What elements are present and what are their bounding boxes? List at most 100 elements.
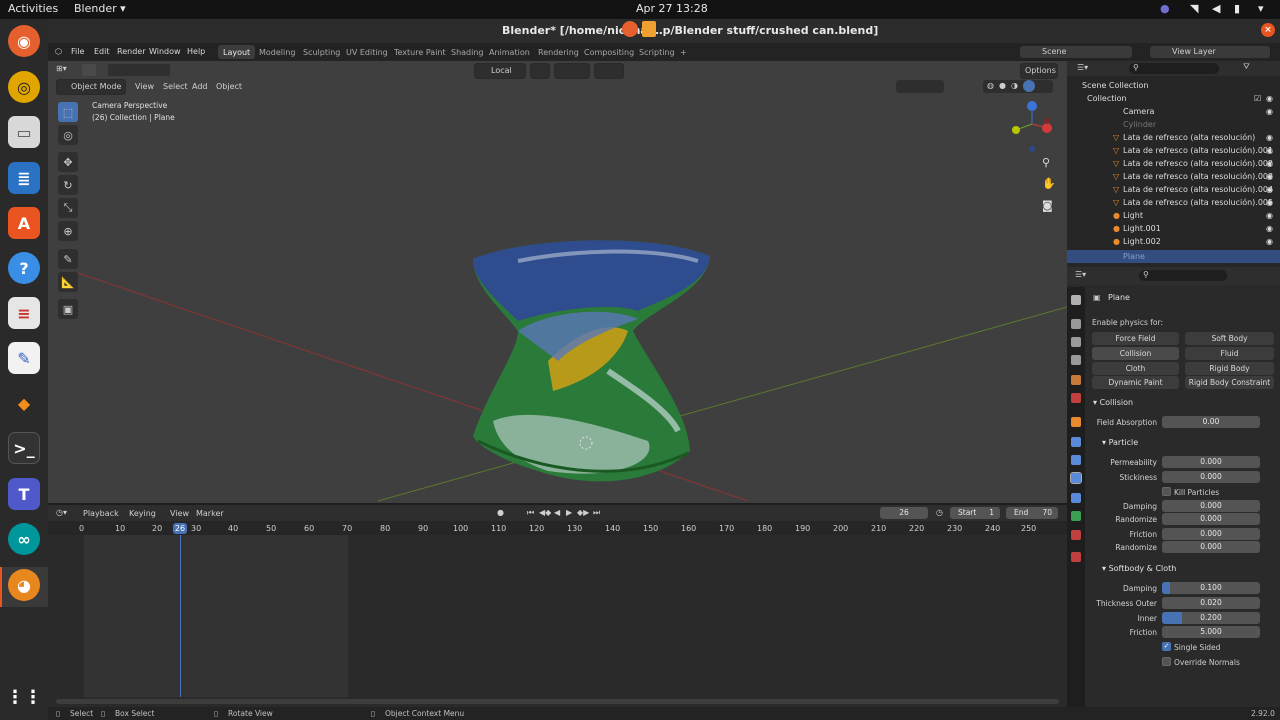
app-menu[interactable]: Blender ▾ (74, 2, 126, 15)
physics-tab-icon[interactable] (1070, 472, 1082, 484)
menu-render[interactable]: Render (117, 47, 145, 56)
tool-tab-icon[interactable] (1071, 295, 1081, 305)
softbody-cloth-subpanel-header[interactable]: ▾ Softbody & Cloth (1102, 564, 1176, 573)
firefox-icon[interactable]: ◉ (8, 25, 40, 57)
shading-mode-buttons[interactable]: ◍ ● ◑ (983, 80, 1053, 93)
scene-selector[interactable]: Scene (1020, 46, 1132, 58)
teams-icon[interactable]: T (8, 478, 40, 510)
arduino-icon[interactable]: ∞ (8, 523, 40, 555)
viewport-menu-select[interactable]: Select (163, 82, 188, 91)
outliner-item[interactable]: ▽ Lata de refresco (alta resolución) ◉ (1067, 131, 1280, 144)
zoom-icon[interactable]: ⚲ (1042, 156, 1050, 169)
pivot-dropdown[interactable] (530, 63, 550, 79)
data-tab-icon[interactable] (1071, 511, 1081, 521)
eye-icon[interactable]: ◉ (1266, 237, 1273, 246)
prev-keyframe-icon[interactable]: ◀◆ (539, 508, 551, 517)
viewport-canvas[interactable] (48, 61, 1067, 503)
timeline-menu-view[interactable]: View (170, 509, 189, 518)
battery-icon[interactable]: ▮ (1234, 2, 1240, 15)
frame-ruler[interactable]: 0 10 20 26 30 40 50 60 70 80 90 100 110 … (48, 521, 1067, 535)
writer-icon[interactable]: ≣ (8, 162, 40, 194)
render-tab-icon[interactable] (1071, 319, 1081, 329)
rigid-body-constraint-button[interactable]: Rigid Body Constraint (1185, 376, 1274, 389)
material-shading-icon[interactable]: ◑ (1011, 81, 1018, 90)
scale-tool[interactable]: ⤡ (58, 198, 78, 218)
tab-layout[interactable]: Layout (218, 45, 256, 59)
outliner-item[interactable]: Cylinder (1067, 118, 1280, 131)
eye-icon[interactable]: ◉ (1266, 185, 1273, 194)
eye-icon[interactable]: ◉ (1266, 172, 1273, 181)
tab-compositing[interactable]: Compositing (579, 45, 639, 59)
show-apps-icon[interactable]: ⋮⋮ (6, 681, 42, 713)
move-tool[interactable]: ✥ (58, 152, 78, 172)
outliner-item[interactable]: ▽ Lata de refresco (alta resolución).005 ◉ (1067, 196, 1280, 209)
preview-range-icon[interactable]: ◷ (936, 508, 943, 517)
3d-viewport[interactable]: ⊞▾ Local Options Object Mode View Select… (48, 61, 1067, 503)
pan-hand-icon[interactable]: ✋ (1042, 177, 1056, 190)
help-icon[interactable]: ? (8, 252, 40, 284)
friction-input[interactable]: 0.000 (1162, 528, 1260, 540)
outliner-item[interactable]: ● Light ◉ (1067, 209, 1280, 222)
view-layer-tab-icon[interactable] (1071, 355, 1081, 365)
sb-friction-input[interactable]: 5.000 (1162, 626, 1260, 638)
end-frame-input[interactable]: End 70 (1006, 507, 1058, 519)
soft-body-button[interactable]: Soft Body (1185, 332, 1274, 345)
filter-icon[interactable]: ⛛ (1243, 62, 1250, 72)
document-viewer-icon[interactable]: ≡ (8, 297, 40, 329)
dynamic-paint-button[interactable]: Dynamic Paint (1092, 376, 1179, 389)
modifier-tab-icon[interactable] (1071, 437, 1081, 447)
timeline-menu-playback[interactable]: Playback (83, 509, 119, 518)
output-tab-icon[interactable] (1071, 337, 1081, 347)
text-editor-icon[interactable]: ✎ (8, 342, 40, 374)
system-menu-icon[interactable]: ▾ (1258, 2, 1264, 15)
eye-icon[interactable]: ◉ (1266, 133, 1273, 142)
outliner-item-selected[interactable]: Plane (1067, 250, 1280, 263)
jump-start-icon[interactable]: ⏮ (527, 508, 534, 518)
override-normals-checkbox[interactable] (1162, 657, 1171, 666)
eye-icon[interactable]: ◉ (1266, 211, 1273, 220)
playhead-line[interactable] (180, 535, 181, 697)
rigid-body-button[interactable]: Rigid Body (1185, 362, 1274, 375)
damping-input[interactable]: 0.000 (1162, 500, 1260, 512)
camera-view-icon[interactable]: ◙ (1042, 199, 1053, 212)
tab-modeling[interactable]: Modeling (254, 45, 300, 59)
field-absorption-input[interactable]: 0.00 (1162, 416, 1260, 428)
outliner-item[interactable]: ● Light.002 ◉ (1067, 235, 1280, 248)
fluid-button[interactable]: Fluid (1185, 347, 1274, 360)
permeability-input[interactable]: 0.000 (1162, 456, 1260, 468)
eye-icon[interactable]: ◉ (1266, 94, 1273, 103)
constraints-tab-icon[interactable] (1071, 493, 1081, 503)
select-box-modes[interactable] (108, 64, 170, 76)
transform-tool[interactable]: ⊕ (58, 221, 78, 241)
eye-icon[interactable]: ◉ (1266, 146, 1273, 155)
tab-animation[interactable]: Animation (484, 45, 535, 59)
rotate-tool[interactable]: ↻ (58, 175, 78, 195)
damping-randomize-input[interactable]: 0.000 (1162, 513, 1260, 525)
kill-particles-checkbox[interactable] (1162, 487, 1171, 496)
menu-help[interactable]: Help (187, 47, 205, 56)
collision-panel-header[interactable]: ▾ Collision (1093, 398, 1133, 407)
start-frame-input[interactable]: Start 1 (950, 507, 1000, 519)
activities-button[interactable]: Activities (8, 2, 58, 15)
world-tab-icon[interactable] (1071, 393, 1081, 403)
rhythmbox-icon[interactable]: ◎ (8, 71, 40, 103)
play-reverse-icon[interactable]: ◀ (554, 508, 560, 517)
outliner-item[interactable]: Camera ◉ (1067, 105, 1280, 118)
wifi-icon[interactable]: ◥ (1190, 2, 1198, 15)
inner-slider[interactable]: 0.200 (1162, 612, 1260, 624)
friction-randomize-input[interactable]: 0.000 (1162, 541, 1260, 553)
stickiness-input[interactable]: 0.000 (1162, 471, 1260, 483)
editor-type-icon[interactable]: ⊞▾ (56, 64, 67, 73)
snap-toggle[interactable] (554, 63, 590, 79)
wireframe-shading-icon[interactable]: ◍ (987, 81, 994, 90)
record-icon[interactable]: ● (497, 508, 504, 517)
blender-logo-icon[interactable]: ⬡ (55, 47, 62, 56)
options-dropdown[interactable]: Options (1020, 63, 1058, 79)
measure-tool[interactable]: 📐 (58, 272, 78, 292)
add-workspace-button[interactable]: + (675, 45, 692, 59)
close-icon[interactable]: × (1261, 23, 1275, 37)
current-frame-input[interactable]: 26 (880, 507, 928, 519)
select-box-tool[interactable]: ⬚ (58, 102, 78, 122)
eye-icon[interactable]: ◉ (1266, 107, 1273, 116)
visibility-gizmo-toggles[interactable] (896, 80, 944, 93)
